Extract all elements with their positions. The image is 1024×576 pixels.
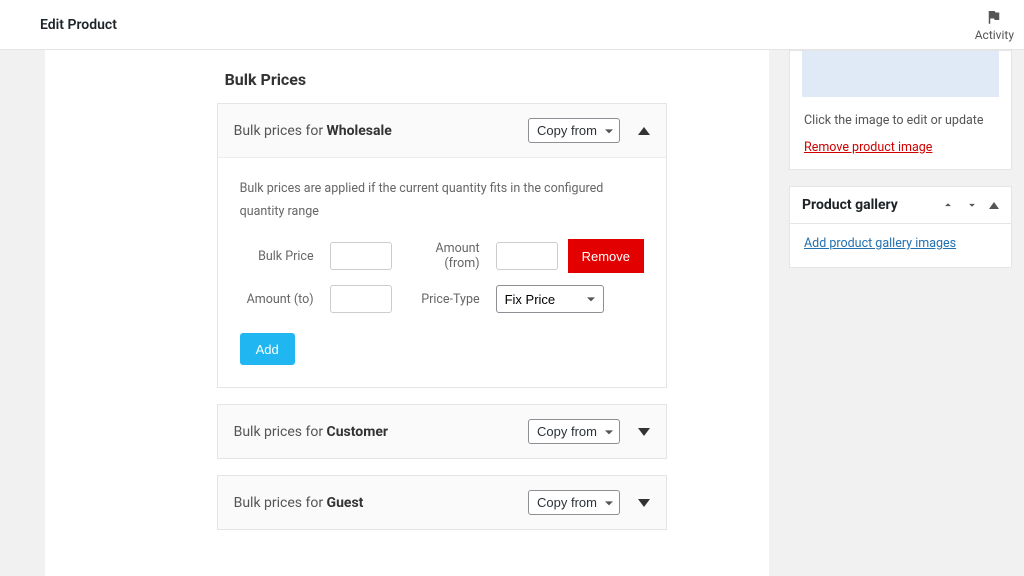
panel-customer: Bulk prices for Customer Copy from xyxy=(217,404,667,459)
panel-title-guest: Bulk prices for Guest xyxy=(234,495,364,511)
copy-from-select-guest[interactable]: Copy from xyxy=(528,490,620,515)
top-bar: Edit Product Activity xyxy=(0,0,1024,50)
panel-header-wholesale: Bulk prices for Wholesale Copy from xyxy=(218,104,666,158)
panel-header-customer: Bulk prices for Customer Copy from xyxy=(218,405,666,458)
remove-image-link[interactable]: Remove product image xyxy=(804,140,932,155)
panel-controls: Copy from xyxy=(528,419,650,444)
panel-wholesale: Bulk prices for Wholesale Copy from Bulk… xyxy=(217,103,667,388)
gallery-title: Product gallery xyxy=(802,197,898,213)
input-amount-to[interactable] xyxy=(330,285,392,313)
panel-header-guest: Bulk prices for Guest Copy from xyxy=(218,476,666,529)
chevron-up-icon[interactable] xyxy=(941,198,955,212)
panel-title-prefix: Bulk prices for xyxy=(234,424,327,440)
activity-label: Activity xyxy=(975,28,1014,42)
activity-button[interactable]: Activity xyxy=(975,8,1014,42)
input-bulk-price[interactable] xyxy=(330,242,392,270)
bulk-row-2: Amount (to) Price-Type Fix Price xyxy=(240,285,644,313)
content: Bulk Prices Bulk prices for Wholesale Co… xyxy=(0,50,1024,576)
select-price-type[interactable]: Fix Price xyxy=(496,285,604,313)
label-amount-from: Amount (from) xyxy=(402,241,486,271)
panel-body-wholesale: Bulk prices are applied if the current q… xyxy=(218,158,666,387)
panel-title-prefix: Bulk prices for xyxy=(234,495,327,511)
product-gallery-panel: Product gallery Add product gallery imag… xyxy=(789,186,1012,268)
panel-controls: Copy from xyxy=(528,118,650,143)
chevron-down-icon[interactable] xyxy=(965,198,979,212)
image-caption: Click the image to edit or update xyxy=(804,113,997,128)
copy-from-select-customer[interactable]: Copy from xyxy=(528,419,620,444)
label-bulk-price: Bulk Price xyxy=(240,249,320,264)
page-title: Edit Product xyxy=(40,17,117,33)
copy-from-select-wholesale[interactable]: Copy from xyxy=(528,118,620,143)
panel-title-role: Customer xyxy=(327,424,388,440)
panel-title-role: Guest xyxy=(327,495,364,511)
help-text: Bulk prices are applied if the current q… xyxy=(240,178,644,223)
remove-button[interactable]: Remove xyxy=(568,239,644,273)
expand-toggle-guest[interactable] xyxy=(638,499,650,507)
panel-title-role: Wholesale xyxy=(327,123,392,139)
collapse-toggle-wholesale[interactable] xyxy=(638,127,650,135)
product-image-panel: Click the image to edit or update Remove… xyxy=(789,50,1012,170)
bulk-prices-heading: Bulk Prices xyxy=(219,62,667,103)
main-column: Bulk Prices Bulk prices for Wholesale Co… xyxy=(45,50,769,576)
panel-title-customer: Bulk prices for Customer xyxy=(234,424,388,440)
label-price-type: Price-Type xyxy=(402,292,486,307)
panel-title-prefix: Bulk prices for xyxy=(234,123,327,139)
product-image-preview[interactable] xyxy=(802,51,999,97)
bulk-row-1: Bulk Price Amount (from) Remove xyxy=(240,239,644,273)
gallery-header: Product gallery xyxy=(790,187,1011,224)
gallery-controls xyxy=(941,198,999,212)
input-amount-from[interactable] xyxy=(496,242,558,270)
sidebar: Click the image to edit or update Remove… xyxy=(789,50,1012,284)
expand-toggle-customer[interactable] xyxy=(638,428,650,436)
gallery-body: Add product gallery images xyxy=(790,224,1011,267)
panel-toggle-icon[interactable] xyxy=(989,202,999,209)
add-gallery-link[interactable]: Add product gallery images xyxy=(804,236,956,251)
panel-controls: Copy from xyxy=(528,490,650,515)
label-amount-to: Amount (to) xyxy=(240,292,320,307)
flag-icon xyxy=(985,8,1003,26)
add-button[interactable]: Add xyxy=(240,333,295,365)
panel-title-wholesale: Bulk prices for Wholesale xyxy=(234,123,392,139)
